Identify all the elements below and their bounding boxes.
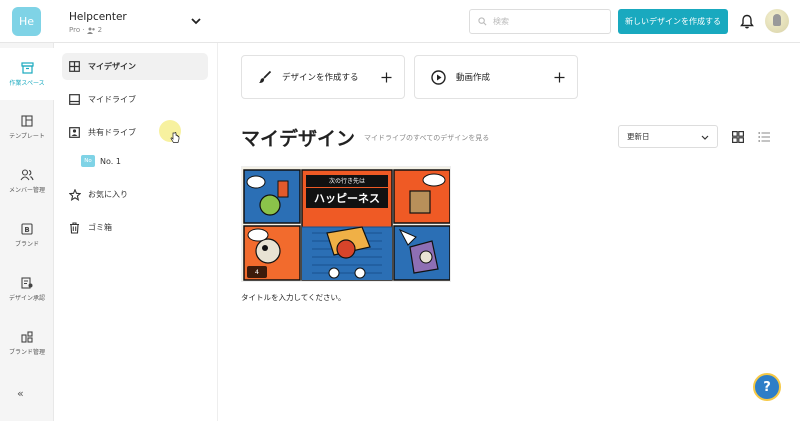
page-subtitle-link[interactable]: マイドライブのすべてのデザインを見る — [364, 133, 489, 143]
members-icon — [20, 168, 34, 180]
chevron-down-icon[interactable] — [190, 15, 202, 27]
rail-item-approval[interactable]: デザイン承認 — [0, 263, 54, 315]
members-small-icon — [86, 27, 95, 34]
rail-item-members[interactable]: メンバー管理 — [0, 155, 54, 207]
team-name[interactable]: Helpcenter — [69, 11, 127, 23]
bell-icon[interactable] — [740, 14, 754, 29]
brand-icon: B — [21, 222, 33, 235]
team-members-count: 2 — [97, 26, 103, 34]
rail-label: ブランド管理 — [8, 348, 45, 356]
workspace-icon — [20, 61, 34, 74]
drive-badge: No — [81, 155, 95, 167]
sidebar-item-shared-drive[interactable]: 共有ドライブ — [62, 119, 208, 146]
left-rail: 作業スペース テンプレート メンバー管理 B ブランド デザイン承認 ブランド管… — [0, 43, 54, 421]
hand-cursor-icon — [170, 132, 180, 143]
page-count-badge: 4 — [247, 266, 267, 278]
rail-label: メンバー管理 — [8, 186, 45, 194]
template-icon — [21, 114, 33, 127]
sidebar-item-label: お気に入り — [88, 190, 128, 199]
grid-view-icon[interactable] — [732, 131, 744, 143]
svg-text:B: B — [24, 225, 29, 233]
sidebar-item-label: マイデザイン — [88, 62, 136, 71]
rail-item-template[interactable]: テンプレート — [0, 101, 54, 153]
play-icon — [431, 69, 446, 85]
team-meta: Pro · 2 — [69, 26, 102, 34]
help-button[interactable]: ? — [753, 373, 781, 401]
shared-drive-icon — [68, 126, 81, 139]
rail-item-brand[interactable]: B ブランド — [0, 209, 54, 261]
sidebar-item-my-drive[interactable]: マイドライブ — [62, 86, 208, 113]
design-thumbnail[interactable]: 次の行き先は ハッピーネス — [241, 166, 451, 282]
sidebar-item-trash[interactable]: ゴミ箱 — [62, 214, 208, 241]
approval-icon — [21, 276, 33, 289]
plus-icon — [381, 72, 392, 82]
top-header: He Helpcenter Pro · 2 新しいデザインを作成する — [0, 0, 800, 43]
shared-drive-no1[interactable]: No No. 1 — [81, 153, 121, 169]
rail-label: 作業スペース — [9, 79, 45, 87]
rail-label: デザイン承認 — [8, 294, 45, 302]
create-design-button[interactable]: 新しいデザインを作成する — [618, 9, 728, 34]
create-design-label: デザインを作成する — [282, 73, 359, 83]
search-input[interactable] — [493, 17, 603, 26]
sidebar-item-favorites[interactable]: お気に入り — [62, 181, 208, 208]
drive-label: No. 1 — [100, 156, 121, 166]
design-banner-small: 次の行き先は — [328, 178, 365, 185]
sidebar-item-label: ゴミ箱 — [88, 223, 112, 232]
brush-icon — [259, 70, 272, 83]
list-view-icon[interactable] — [758, 131, 770, 143]
drive-icon — [68, 93, 81, 106]
create-video-label: 動画作成 — [456, 73, 491, 83]
rail-label: ブランド — [14, 240, 39, 248]
sidebar-item-label: 共有ドライブ — [88, 128, 136, 137]
trash-icon — [68, 221, 81, 234]
sort-value: 更新日 — [627, 132, 650, 141]
create-design-card[interactable]: デザインを作成する — [241, 55, 405, 99]
team-plan: Pro · — [69, 26, 85, 34]
sort-select[interactable]: 更新日 — [618, 125, 718, 148]
design-title[interactable]: タイトルを入力してください。 — [241, 292, 346, 303]
create-video-card[interactable]: 動画作成 — [414, 55, 578, 99]
collapse-rail-button[interactable]: « — [17, 387, 35, 400]
rail-label: テンプレート — [9, 132, 45, 140]
team-avatar[interactable]: He — [12, 7, 41, 36]
sidebar-item-my-designs[interactable]: マイデザイン — [62, 53, 208, 80]
user-avatar[interactable] — [765, 9, 789, 33]
chevron-down-icon — [701, 135, 709, 140]
sidebar: マイデザイン マイドライブ 共有ドライブ No No. 1 お気に入り ゴミ箱 — [54, 43, 218, 421]
design-banner-big: ハッピーネス — [314, 192, 380, 205]
plus-icon — [554, 72, 565, 82]
grid-icon — [68, 60, 81, 73]
search-icon — [478, 17, 487, 26]
star-icon — [68, 188, 81, 201]
sidebar-item-label: マイドライブ — [88, 95, 136, 104]
brand-manage-icon — [21, 330, 33, 343]
page-title: マイデザイン — [241, 128, 356, 150]
search-box[interactable] — [469, 9, 611, 34]
rail-item-brand-manage[interactable]: ブランド管理 — [0, 317, 54, 369]
rail-item-workspace[interactable]: 作業スペース — [0, 48, 54, 100]
